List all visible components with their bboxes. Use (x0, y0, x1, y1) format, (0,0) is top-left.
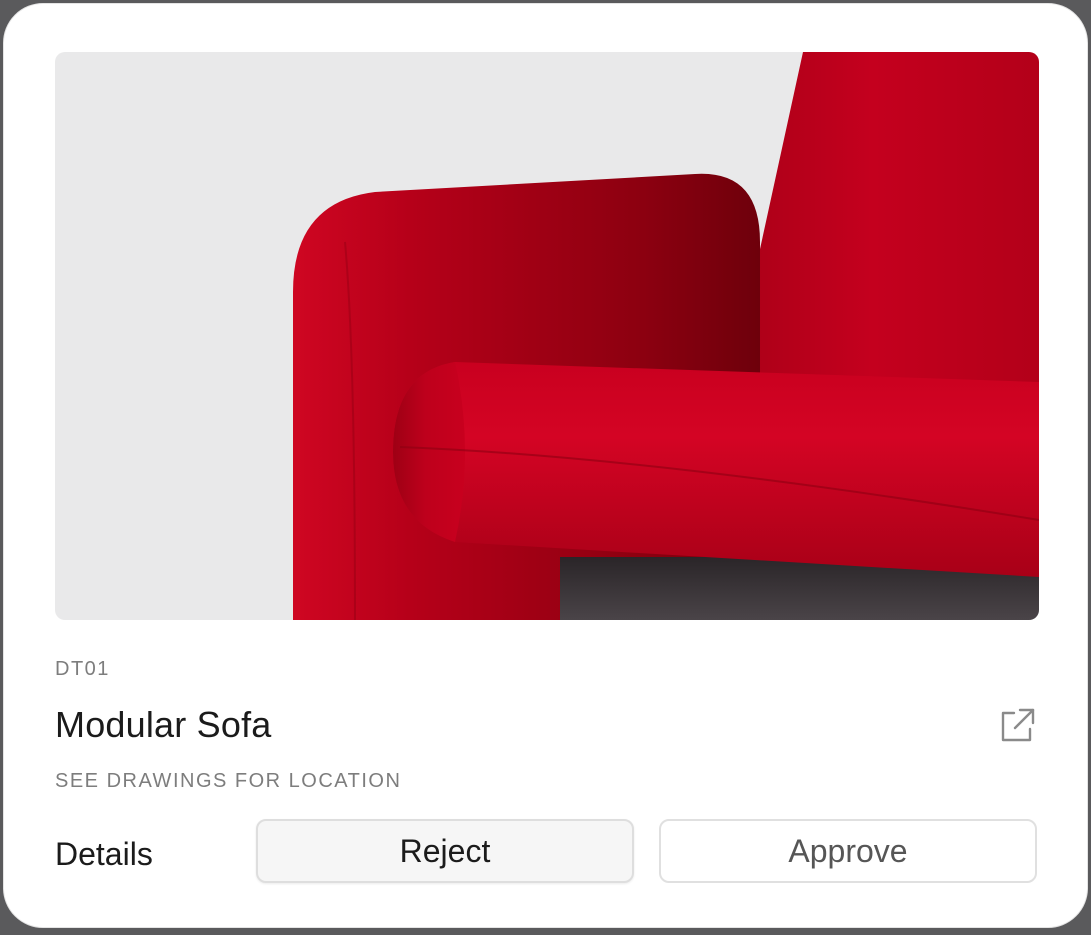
approve-button[interactable]: Approve (659, 819, 1037, 883)
product-title: Modular Sofa (55, 704, 272, 745)
product-photo (55, 52, 1039, 620)
product-location: SEE DRAWINGS FOR LOCATION (55, 770, 402, 792)
product-code: DT01 (55, 658, 110, 680)
sofa-image (293, 52, 1039, 620)
details-link[interactable]: Details (55, 836, 153, 873)
external-link-icon[interactable] (998, 706, 1036, 744)
reject-button[interactable]: Reject (256, 819, 634, 883)
product-card: DT01 Modular Sofa SEE DRAWINGS FOR LOCAT… (3, 3, 1088, 928)
